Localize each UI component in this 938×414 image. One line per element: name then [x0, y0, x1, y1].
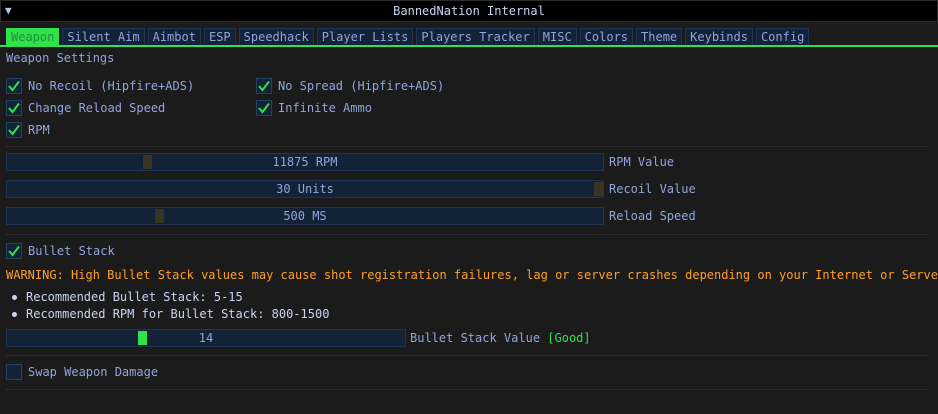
- recommendation-item: Recommended Bullet Stack: 5-15: [12, 290, 243, 304]
- infinite-ammo-checkbox[interactable]: Infinite Ammo: [256, 100, 372, 116]
- slider-label: RPM Value: [609, 155, 675, 169]
- separator: [6, 389, 928, 390]
- checkbox-label: Swap Weapon Damage: [28, 365, 159, 379]
- change-reload-speed-checkbox[interactable]: Change Reload Speed: [6, 100, 165, 116]
- no-recoil-checkbox[interactable]: No Recoil (Hipfire+ADS): [6, 78, 194, 94]
- bullet-stack-status: [Good]: [547, 331, 591, 345]
- window-title: BannedNation Internal: [393, 4, 545, 18]
- separator: [6, 355, 928, 356]
- checkbox-box[interactable]: [6, 364, 22, 380]
- collapse-arrow-icon[interactable]: ▼: [5, 1, 12, 21]
- checkbox-box[interactable]: [6, 122, 22, 138]
- checkbox-label: No Recoil (Hipfire+ADS): [28, 79, 195, 93]
- slider-label: Bullet Stack Value [Good]: [410, 331, 591, 345]
- checkbox-label: Change Reload Speed: [28, 101, 166, 115]
- tab-underline: [0, 45, 938, 47]
- checkbox-box[interactable]: [256, 100, 272, 116]
- no-spread-checkbox[interactable]: No Spread (Hipfire+ADS): [256, 78, 444, 94]
- checkbox-box[interactable]: [6, 78, 22, 94]
- tab-bar: Weapon Silent Aim Aimbot ESP Speedhack P…: [6, 28, 810, 47]
- bullet-stack-slider[interactable]: 14: [6, 329, 406, 347]
- bullet-dot-icon: [12, 311, 17, 317]
- checkmark-icon: [258, 80, 270, 92]
- checkbox-label: RPM: [28, 123, 50, 137]
- recommendation-item: Recommended RPM for Bullet Stack: 800-15…: [12, 307, 329, 321]
- slider-label: Recoil Value: [609, 182, 696, 196]
- swap-weapon-damage-checkbox[interactable]: Swap Weapon Damage: [6, 364, 158, 380]
- checkmark-icon: [8, 124, 20, 136]
- separator: [6, 146, 928, 147]
- checkmark-icon: [8, 102, 20, 114]
- slider-value: 11875 RPM: [272, 155, 338, 169]
- warning-text: WARNING: High Bullet Stack values may ca…: [6, 268, 938, 282]
- rpm-value-slider[interactable]: 11875 RPM: [6, 153, 604, 171]
- checkmark-icon: [8, 80, 20, 92]
- slider-value: 14: [198, 331, 214, 345]
- reload-speed-slider[interactable]: 500 MS: [6, 207, 604, 225]
- slider-value: 30 Units: [276, 182, 334, 196]
- slider-label: Reload Speed: [609, 209, 696, 223]
- checkbox-label: No Spread (Hipfire+ADS): [278, 79, 445, 93]
- bullet-dot-icon: [12, 294, 17, 300]
- rpm-checkbox[interactable]: RPM: [6, 122, 50, 138]
- checkmark-icon: [258, 102, 270, 114]
- recoil-value-slider[interactable]: 30 Units: [6, 180, 604, 198]
- checkbox-label: Infinite Ammo: [278, 101, 372, 115]
- slider-value: 500 MS: [283, 209, 327, 223]
- checkbox-label: Bullet Stack: [28, 244, 115, 258]
- checkbox-box[interactable]: [256, 78, 272, 94]
- checkbox-box[interactable]: [6, 100, 22, 116]
- bullet-stack-label: Bullet Stack Value: [410, 331, 541, 345]
- checkmark-icon: [8, 245, 20, 257]
- title-bar[interactable]: ▼ BannedNation Internal: [0, 0, 938, 22]
- app-window: ▼ BannedNation Internal Weapon Silent Ai…: [0, 0, 938, 414]
- separator: [6, 234, 928, 235]
- checkbox-box[interactable]: [6, 243, 22, 259]
- bullet-stack-checkbox[interactable]: Bullet Stack: [6, 243, 115, 259]
- section-title: Weapon Settings: [6, 51, 115, 65]
